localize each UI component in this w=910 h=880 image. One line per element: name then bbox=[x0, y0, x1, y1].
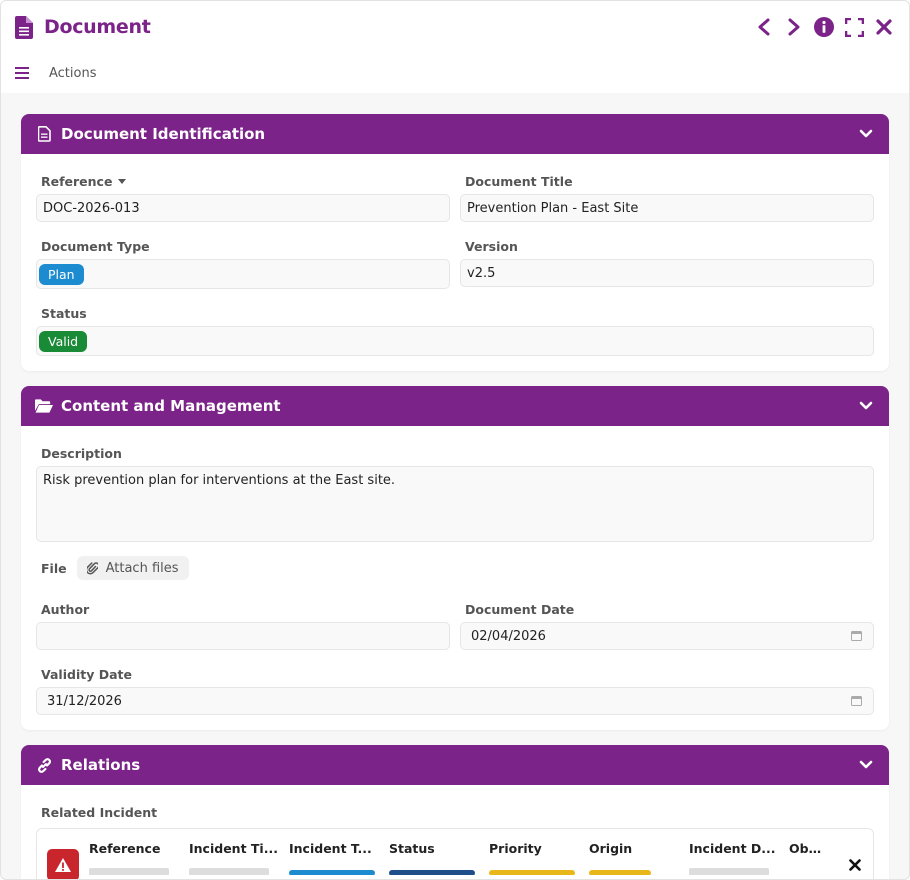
cell-badge bbox=[589, 870, 651, 875]
caret-down-icon[interactable] bbox=[118, 179, 127, 184]
validity-date-field[interactable]: 31/12/2026 bbox=[36, 687, 874, 715]
title-bar: Document bbox=[1, 1, 909, 53]
content-header[interactable]: Content and Management bbox=[21, 386, 889, 426]
section-title: Document Identification bbox=[61, 125, 266, 143]
folder-open-icon bbox=[35, 397, 53, 415]
warning-icon bbox=[47, 849, 79, 879]
fullscreen-icon[interactable] bbox=[843, 16, 865, 38]
cell-placeholder bbox=[689, 868, 769, 875]
cell-placeholder bbox=[89, 868, 169, 875]
cell-badge bbox=[289, 870, 375, 875]
actions-bar: Actions bbox=[1, 53, 909, 93]
content-section: Content and Management Description Risk … bbox=[21, 386, 889, 730]
window-title: Document bbox=[44, 16, 151, 38]
chevron-down-icon[interactable] bbox=[857, 397, 875, 415]
chevron-down-icon[interactable] bbox=[857, 125, 875, 143]
column-header: Incident T... bbox=[289, 841, 389, 875]
attach-files-label: Attach files bbox=[105, 560, 179, 576]
link-icon bbox=[35, 756, 53, 774]
previous-icon[interactable] bbox=[753, 16, 775, 38]
status-badge: Valid bbox=[39, 330, 88, 352]
attach-files-button[interactable]: Attach files bbox=[76, 556, 189, 580]
version-label: Version bbox=[465, 239, 518, 254]
document-title-field[interactable]: Prevention Plan - East Site bbox=[460, 194, 874, 222]
remove-relation-icon[interactable] bbox=[847, 857, 863, 873]
author-field[interactable] bbox=[36, 622, 450, 650]
calendar-icon[interactable] bbox=[851, 630, 863, 642]
file-text-icon bbox=[35, 125, 53, 143]
related-incident-label: Related Incident bbox=[41, 805, 158, 820]
table-header-row: Reference Incident Ti... Incident T... S… bbox=[89, 841, 834, 875]
cell-badge bbox=[389, 870, 475, 875]
window-controls bbox=[753, 16, 895, 38]
next-icon[interactable] bbox=[783, 16, 805, 38]
column-header: Reference bbox=[89, 841, 189, 875]
column-header: Incident D... bbox=[689, 841, 789, 875]
document-window: Document Actions Document Identification… bbox=[0, 0, 910, 880]
author-label: Author bbox=[41, 602, 90, 617]
related-incident-table: Reference Incident Ti... Incident T... S… bbox=[36, 828, 874, 879]
identification-section: Document Identification Reference DOC-20… bbox=[21, 114, 889, 371]
hamburger-menu-icon[interactable] bbox=[15, 67, 33, 79]
close-icon[interactable] bbox=[873, 16, 895, 38]
status-label: Status bbox=[41, 306, 87, 321]
document-date-field[interactable]: 02/04/2026 bbox=[460, 622, 874, 650]
section-title: Relations bbox=[61, 756, 141, 774]
status-field[interactable]: Valid bbox=[36, 326, 874, 356]
cell-placeholder bbox=[189, 868, 269, 875]
form-content: Document Identification Reference DOC-20… bbox=[1, 93, 909, 879]
description-field[interactable]: Risk prevention plan for interventions a… bbox=[36, 466, 874, 542]
paperclip-icon bbox=[86, 561, 98, 575]
column-header: Status bbox=[389, 841, 489, 875]
reference-field[interactable]: DOC-2026-013 bbox=[36, 194, 450, 222]
document-title-label: Document Title bbox=[465, 174, 573, 189]
chevron-down-icon[interactable] bbox=[857, 756, 875, 774]
validity-date-label: Validity Date bbox=[41, 667, 132, 682]
column-header: Observ bbox=[789, 841, 834, 856]
relations-header[interactable]: Relations bbox=[21, 745, 889, 785]
type-badge: Plan bbox=[39, 263, 84, 285]
identification-header[interactable]: Document Identification bbox=[21, 114, 889, 154]
info-icon[interactable] bbox=[813, 16, 835, 38]
document-icon bbox=[15, 15, 35, 39]
column-header: Origin bbox=[589, 841, 689, 875]
actions-menu[interactable]: Actions bbox=[49, 66, 97, 81]
version-field[interactable]: v2.5 bbox=[460, 259, 874, 287]
document-type-field[interactable]: Plan bbox=[36, 259, 450, 289]
document-date-label: Document Date bbox=[465, 602, 575, 617]
calendar-icon[interactable] bbox=[851, 695, 863, 707]
file-label: File bbox=[41, 560, 67, 576]
document-type-label: Document Type bbox=[41, 239, 150, 254]
description-label: Description bbox=[41, 446, 122, 461]
document-date-value: 02/04/2026 bbox=[471, 628, 546, 644]
reference-label[interactable]: Reference bbox=[41, 174, 450, 189]
column-header: Priority bbox=[489, 841, 589, 875]
validity-date-value: 31/12/2026 bbox=[47, 693, 122, 709]
column-header: Incident Ti... bbox=[189, 841, 289, 875]
section-title: Content and Management bbox=[61, 397, 281, 415]
cell-badge bbox=[489, 870, 575, 875]
relations-section: Relations Related Incident Reference Inc… bbox=[21, 745, 889, 879]
